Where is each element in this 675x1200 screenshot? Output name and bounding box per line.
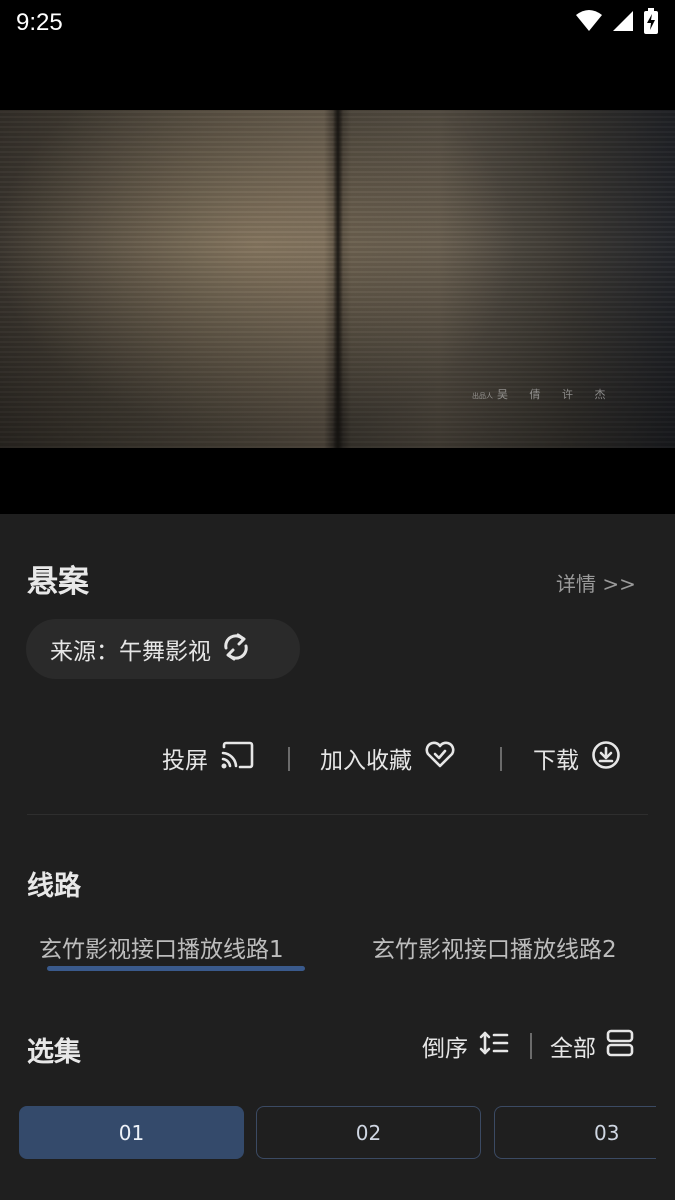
signal-icon [611,9,635,37]
episodes-title: 选集 [27,1037,81,1068]
status-bar: 9:25 [0,0,675,46]
favorite-label: 加入收藏 [320,748,412,774]
battery-charging-icon [643,8,659,38]
source-label: 来源：午舞影视 [50,639,211,665]
detail-panel: 悬案 详情 >> 来源：午舞影视 投屏 加入收藏 下载 线路 玄竹影视接口播放线… [0,514,675,1200]
status-time: 9:25 [16,9,63,36]
all-episodes-button[interactable]: 全部 [550,1029,634,1063]
action-divider [288,747,290,771]
cast-icon [220,741,254,775]
sort-button[interactable]: 倒序 [422,1029,510,1063]
episode-button[interactable]: 03 [494,1106,656,1159]
route-tab-1[interactable]: 玄竹影视接口播放线路1 [39,930,284,964]
list-rows-icon [606,1029,634,1063]
section-divider [27,814,648,815]
video-seam [333,110,343,448]
sort-order-icon [478,1030,510,1062]
video-credit: 出品人 吴 倩 许 杰 [472,386,615,402]
control-divider [530,1033,532,1059]
heart-check-icon [424,741,456,775]
credit-role: 出品人 [472,392,493,400]
download-button[interactable]: 下载 [533,736,621,780]
episode-controls: 倒序 全部 [422,1026,634,1066]
sort-label: 倒序 [422,1036,468,1062]
all-label: 全部 [550,1036,596,1062]
cast-button[interactable]: 投屏 [162,736,254,780]
action-bar: 投屏 加入收藏 下载 [0,736,675,780]
credit-names: 吴 倩 许 杰 [497,388,615,401]
favorite-button[interactable]: 加入收藏 [320,736,456,780]
route-tab-2[interactable]: 玄竹影视接口播放线路2 [372,930,617,964]
episode-button[interactable]: 02 [256,1106,481,1159]
episode-button[interactable]: 01 [19,1106,244,1159]
status-icons [575,8,659,38]
routes-title: 线路 [27,871,81,902]
route-active-indicator [47,966,305,971]
action-divider [500,747,502,771]
video-title: 悬案 [27,564,89,600]
details-link[interactable]: 详情 >> [556,568,636,597]
video-player[interactable]: 出品人 吴 倩 许 杰 [0,46,675,514]
refresh-icon [221,631,251,667]
download-label: 下载 [533,748,579,774]
source-switch-button[interactable]: 来源：午舞影视 [26,619,300,679]
download-icon [591,740,621,776]
video-frame[interactable]: 出品人 吴 倩 许 杰 [0,110,675,448]
wifi-icon [575,9,603,37]
cast-label: 投屏 [162,748,208,774]
